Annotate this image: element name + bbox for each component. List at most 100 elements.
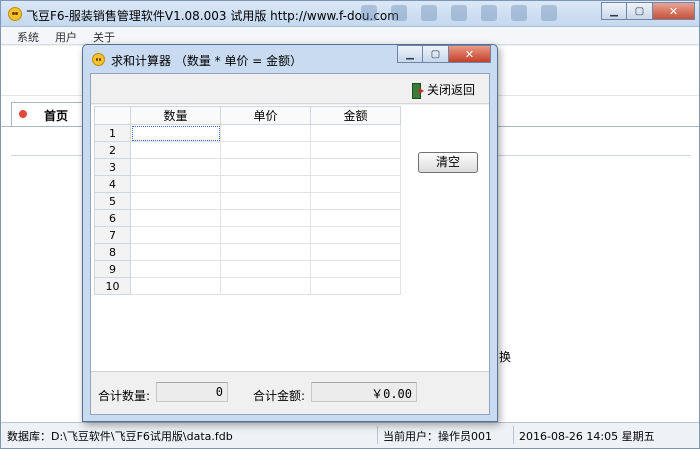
quantity-cell[interactable] — [130, 209, 221, 227]
main-window-title: 飞豆F6-服装销售管理软件V1.08.003 试用版 http://www.f-… — [26, 9, 399, 23]
status-divider — [513, 426, 514, 444]
status-database: 数据库：D:\飞豆软件\飞豆F6试用版\data.fdb — [7, 430, 233, 443]
status-datetime: 2016-08-26 14:05 星期五 — [519, 430, 655, 443]
maximize-button[interactable]: ▢ — [627, 2, 653, 20]
toolbar-ghost-icons — [361, 5, 591, 23]
minimize-icon: ▁ — [610, 5, 618, 17]
calc-grid: 数量 单价 金额 1 2 3 4 5 6 7 8 9 10 — [94, 106, 401, 295]
grid-corner — [94, 106, 131, 125]
unit-price-cell[interactable] — [220, 175, 311, 193]
quantity-cell[interactable] — [130, 124, 221, 142]
table-row: 6 — [94, 209, 401, 227]
partial-label: 换 — [499, 350, 512, 364]
row-number: 5 — [94, 192, 131, 210]
quantity-cell[interactable] — [130, 158, 221, 176]
quantity-cell[interactable] — [130, 260, 221, 278]
amount-cell[interactable] — [310, 158, 401, 176]
quantity-cell[interactable] — [130, 141, 221, 159]
row-number: 2 — [94, 141, 131, 159]
row-number: 6 — [94, 209, 131, 227]
dialog-app-icon — [92, 53, 105, 66]
main-titlebar[interactable]: 飞豆F6-服装销售管理软件V1.08.003 试用版 http://www.f-… — [1, 1, 699, 27]
column-header-unit-price[interactable]: 单价 — [220, 106, 311, 125]
minimize-button[interactable]: ▁ — [601, 2, 627, 20]
total-quantity-field: 0 — [156, 382, 228, 402]
amount-cell[interactable] — [310, 124, 401, 142]
dialog-maximize-button[interactable]: ▢ — [423, 45, 449, 63]
row-number: 1 — [94, 124, 131, 142]
grid-header-row: 数量 单价 金额 — [94, 106, 401, 125]
row-number: 4 — [94, 175, 131, 193]
table-row: 4 — [94, 175, 401, 193]
row-number: 3 — [94, 158, 131, 176]
close-return-button[interactable]: 关闭返回 — [411, 81, 475, 99]
table-row: 2 — [94, 141, 401, 159]
quantity-cell[interactable] — [130, 243, 221, 261]
table-row: 10 — [94, 277, 401, 295]
unit-price-cell[interactable] — [220, 141, 311, 159]
maximize-icon: ▢ — [634, 5, 645, 17]
row-number: 8 — [94, 243, 131, 261]
unit-price-cell[interactable] — [220, 124, 311, 142]
unit-price-cell[interactable] — [220, 158, 311, 176]
menu-user[interactable]: 用户 — [55, 29, 77, 45]
amount-cell[interactable] — [310, 175, 401, 193]
unit-price-cell[interactable] — [220, 243, 311, 261]
quantity-cell[interactable] — [130, 192, 221, 210]
unit-price-cell[interactable] — [220, 260, 311, 278]
row-number: 7 — [94, 226, 131, 244]
menu-system[interactable]: 系统 — [17, 29, 39, 45]
calculator-dialog: 求和计算器 （数量 * 单价 = 金额） ▁ ▢ ✕ 关闭返回 数量 单价 金额… — [82, 44, 498, 422]
unit-price-cell[interactable] — [220, 226, 311, 244]
app-icon — [8, 7, 22, 21]
maximize-icon: ▢ — [430, 48, 441, 60]
amount-cell[interactable] — [310, 277, 401, 295]
dialog-close-button[interactable]: ✕ — [449, 45, 491, 63]
total-quantity-label: 合计数量: — [98, 389, 151, 403]
table-row: 7 — [94, 226, 401, 244]
menu-about[interactable]: 关于 — [93, 29, 115, 45]
summary-band: 合计数量: 0 合计金额: ￥0.00 — [91, 371, 489, 414]
main-caption-buttons: ▁ ▢ ✕ — [601, 2, 695, 20]
dialog-toolbar: 关闭返回 — [91, 74, 489, 104]
grid-area: 数量 单价 金额 1 2 3 4 5 6 7 8 9 10 清空 — [91, 105, 489, 371]
table-row: 3 — [94, 158, 401, 176]
amount-cell[interactable] — [310, 141, 401, 159]
table-row: 8 — [94, 243, 401, 261]
unit-price-cell[interactable] — [220, 192, 311, 210]
close-icon: ✕ — [464, 47, 475, 61]
table-row: 9 — [94, 260, 401, 278]
tab-home-label: 首页 — [44, 109, 69, 123]
dialog-minimize-button[interactable]: ▁ — [397, 45, 423, 63]
quantity-cell[interactable] — [130, 277, 221, 295]
row-number: 10 — [94, 277, 131, 295]
amount-cell[interactable] — [310, 192, 401, 210]
status-divider — [377, 426, 378, 444]
menubar: 系统 用户 关于 — [1, 27, 699, 45]
quantity-cell[interactable] — [130, 175, 221, 193]
amount-cell[interactable] — [310, 209, 401, 227]
dialog-caption-buttons: ▁ ▢ ✕ — [397, 45, 491, 63]
close-icon: ✕ — [668, 4, 679, 18]
dialog-client: 关闭返回 数量 单价 金额 1 2 3 4 5 6 7 8 9 10 清空 合计… — [90, 73, 490, 415]
unit-price-cell[interactable] — [220, 277, 311, 295]
amount-cell[interactable] — [310, 226, 401, 244]
minimize-icon: ▁ — [406, 48, 414, 60]
close-button[interactable]: ✕ — [653, 2, 695, 20]
clear-button[interactable]: 清空 — [418, 152, 478, 173]
exit-door-icon — [411, 82, 424, 99]
total-amount-label: 合计金额: — [253, 389, 306, 403]
tab-home[interactable]: 首页 — [11, 102, 85, 126]
unit-price-cell[interactable] — [220, 209, 311, 227]
amount-cell[interactable] — [310, 260, 401, 278]
total-amount-field: ￥0.00 — [311, 382, 417, 402]
table-row: 1 — [94, 124, 401, 142]
tab-home-icon — [19, 110, 27, 118]
quantity-cell[interactable] — [130, 226, 221, 244]
dialog-title: 求和计算器 （数量 * 单价 = 金额） — [111, 54, 303, 68]
row-number: 9 — [94, 260, 131, 278]
column-header-quantity[interactable]: 数量 — [130, 106, 221, 125]
amount-cell[interactable] — [310, 243, 401, 261]
statusbar: 数据库：D:\飞豆软件\飞豆F6试用版\data.fdb 当前用户：操作员001… — [1, 422, 699, 448]
column-header-amount[interactable]: 金额 — [310, 106, 401, 125]
